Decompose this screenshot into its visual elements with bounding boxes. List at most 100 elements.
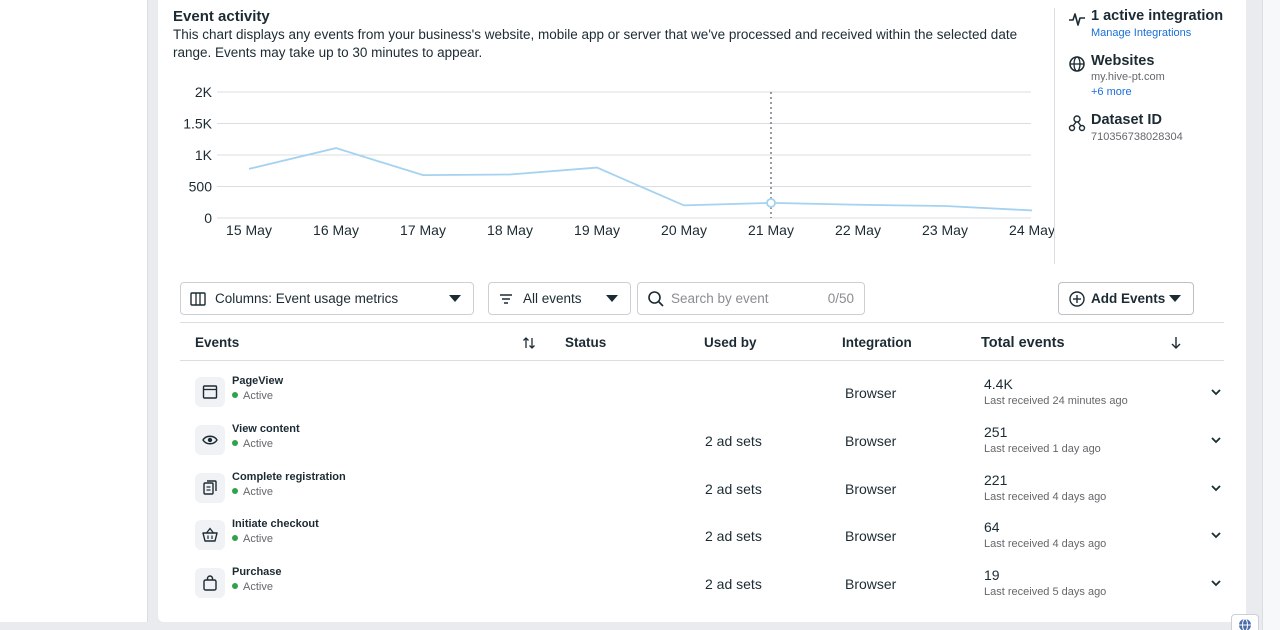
y-tick-label: 1K — [195, 147, 213, 163]
event-status-label: Active — [243, 390, 273, 402]
chevron-down-icon[interactable] — [1210, 482, 1222, 494]
header-used-by: Used by — [704, 335, 757, 350]
chevron-down-icon — [1169, 295, 1181, 302]
globe-icon — [1239, 618, 1251, 630]
basket-icon — [195, 520, 225, 550]
registration-icon — [195, 473, 225, 503]
series-line — [248, 147, 1033, 212]
columns-icon — [190, 292, 206, 306]
last-received: Last received 24 minutes ago — [984, 395, 1128, 407]
integration: Browser — [845, 433, 897, 449]
filter-icon — [500, 294, 512, 304]
event-status-label: Active — [243, 438, 273, 450]
page-icon — [195, 377, 225, 407]
chevron-down-icon — [606, 295, 618, 302]
x-tick-label: 15 May — [226, 222, 272, 238]
integration: Browser — [845, 385, 897, 401]
total-events: 19 — [984, 567, 1000, 583]
event-status: Active — [232, 581, 273, 593]
add-events-label: Add Events — [1091, 291, 1166, 306]
highlight-point — [766, 197, 776, 208]
help-globe-button[interactable] — [1231, 614, 1259, 630]
chevron-down-icon[interactable] — [1210, 529, 1222, 541]
event-status-label: Active — [243, 486, 273, 498]
event-activity-chart: 2K 1.5K 1K 500 0 15 May 16 May 17 May 18 May 19 M… — [173, 78, 1055, 248]
active-dot — [232, 583, 238, 589]
shopping-bag-icon — [195, 568, 225, 598]
event-name: Initiate checkout — [232, 518, 319, 530]
search-icon — [648, 291, 664, 307]
event-status-label: Active — [243, 581, 273, 593]
y-tick-label: 0 — [204, 210, 212, 226]
total-events: 221 — [984, 472, 1008, 488]
event-name: View content — [232, 423, 300, 435]
last-received: Last received 1 day ago — [984, 443, 1101, 455]
activity-icon — [1069, 13, 1085, 26]
header-total-events[interactable]: Total events — [981, 335, 1065, 351]
dataset-title: Dataset ID — [1091, 112, 1162, 128]
x-tick-label: 24 May — [1009, 222, 1055, 238]
used-by[interactable]: 2 ad sets — [705, 433, 762, 449]
x-tick-label: 16 May — [313, 222, 359, 238]
chevron-down-icon[interactable] — [1210, 386, 1222, 398]
y-tick-label: 500 — [189, 179, 213, 195]
event-status-label: Active — [243, 533, 273, 545]
event-status: Active — [232, 486, 273, 498]
more-websites-link[interactable]: +6 more — [1091, 86, 1132, 98]
x-tick-label: 22 May — [835, 222, 881, 238]
total-events: 64 — [984, 519, 1000, 535]
active-dot — [232, 535, 238, 541]
used-by[interactable]: 2 ad sets — [705, 576, 762, 592]
columns-select[interactable]: Columns: Event usage metrics — [180, 282, 474, 315]
used-by[interactable]: 2 ad sets — [705, 528, 762, 544]
search-event-field[interactable]: Search by event 0/50 — [637, 282, 865, 315]
table-row[interactable]: Initiate checkout Active 2 ad sets Brows… — [180, 511, 1224, 558]
x-tick-label: 19 May — [574, 222, 620, 238]
dataset-id: 710356738028304 — [1091, 131, 1183, 143]
table-row[interactable]: View content Active 2 ad sets Browser 25… — [180, 416, 1224, 463]
event-name: Complete registration — [232, 471, 346, 483]
event-filter-select[interactable]: All events — [488, 282, 631, 315]
manage-integrations-link[interactable]: Manage Integrations — [1091, 27, 1191, 39]
page-title: Event activity — [173, 8, 270, 25]
arrow-down-icon[interactable] — [1170, 336, 1182, 350]
chevron-down-icon[interactable] — [1210, 434, 1222, 446]
sort-icon[interactable] — [522, 336, 536, 350]
event-status: Active — [232, 390, 273, 402]
x-tick-label: 23 May — [922, 222, 968, 238]
add-events-button[interactable]: Add Events — [1058, 282, 1194, 315]
table-row[interactable]: Purchase Active 2 ad sets Browser 19 Las… — [180, 559, 1224, 606]
chart-description: This chart displays any events from your… — [173, 27, 1018, 60]
website-url: my.hive-pt.com — [1091, 71, 1165, 83]
last-received: Last received 5 days ago — [984, 586, 1107, 598]
event-status: Active — [232, 438, 273, 450]
integration: Browser — [845, 576, 897, 592]
x-tick-label: 20 May — [661, 222, 707, 238]
x-tick-label: 17 May — [400, 222, 446, 238]
integration-title: 1 active integration — [1091, 8, 1224, 24]
total-events: 251 — [984, 424, 1008, 440]
search-char-count: 0/50 — [827, 291, 854, 306]
table-row[interactable]: PageView Active Browser 4.4K Last receiv… — [180, 368, 1224, 415]
last-received: Last received 4 days ago — [984, 491, 1107, 503]
x-tick-label: 18 May — [487, 222, 533, 238]
websites-title: Websites — [1091, 53, 1155, 69]
globe-icon — [1069, 56, 1085, 72]
dataset-icon — [1068, 115, 1086, 132]
active-dot — [232, 392, 238, 398]
chevron-down-icon[interactable] — [1210, 577, 1222, 589]
event-status: Active — [232, 533, 273, 545]
active-dot — [232, 488, 238, 494]
y-tick-label: 1.5K — [183, 116, 212, 132]
event-name: Purchase — [232, 566, 282, 578]
events-table-header: Events Status Used by Integration Total … — [180, 322, 1224, 361]
integration: Browser — [845, 481, 897, 497]
used-by[interactable]: 2 ad sets — [705, 481, 762, 497]
chevron-down-icon — [449, 295, 461, 302]
active-dot — [232, 440, 238, 446]
left-panel — [0, 0, 148, 622]
search-input[interactable]: Search by event — [671, 291, 769, 306]
event-filter-label: All events — [523, 291, 582, 306]
eye-icon — [195, 425, 225, 455]
table-row[interactable]: Complete registration Active 2 ad sets B… — [180, 464, 1224, 511]
